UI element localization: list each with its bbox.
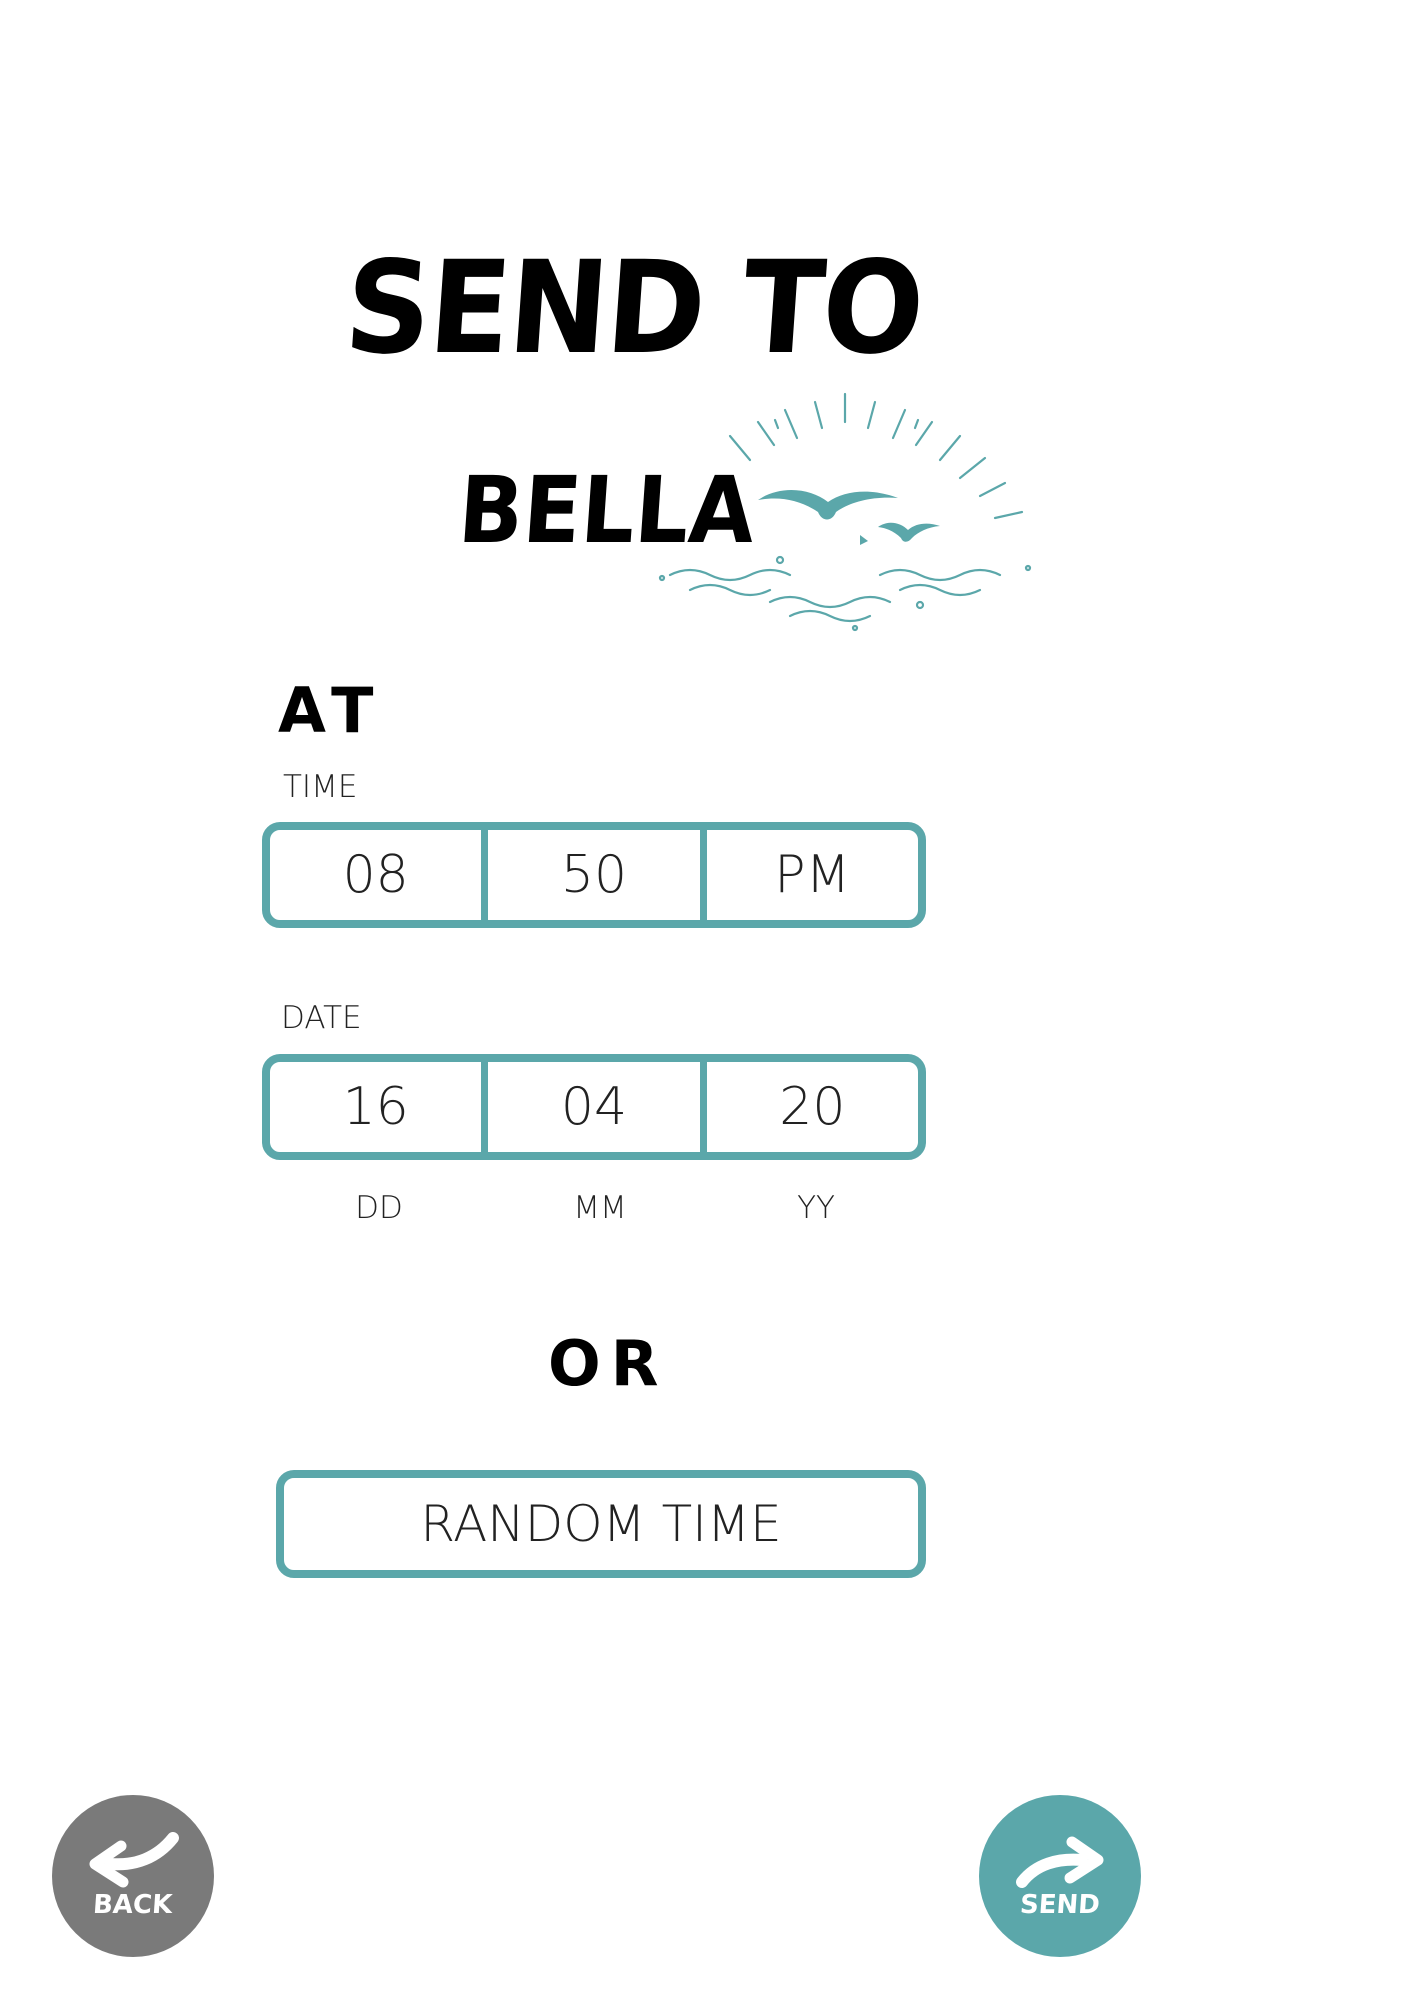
or-heading: OR	[548, 1327, 669, 1400]
date-label: DATE	[281, 1000, 362, 1036]
title-line1: SEND TO	[340, 234, 928, 383]
hour-field[interactable]: 08	[270, 830, 481, 920]
back-button[interactable]: BACK	[52, 1795, 214, 1957]
back-button-label: BACK	[92, 1890, 174, 1920]
month-field[interactable]: 04	[481, 1062, 699, 1152]
date-picker: 16 04 20	[262, 1054, 926, 1160]
seagulls-sunrise-icon	[658, 392, 1032, 632]
random-time-button[interactable]: RANDOM TIME	[276, 1470, 926, 1578]
arrow-forward-icon	[1016, 1836, 1104, 1888]
send-button[interactable]: SEND	[979, 1795, 1141, 1957]
at-heading: AT	[278, 674, 384, 747]
time-label: TIME	[283, 769, 358, 805]
year-field[interactable]: 20	[699, 1062, 918, 1152]
minute-field[interactable]: 50	[481, 830, 699, 920]
year-format-label: YY	[797, 1190, 835, 1226]
month-format-label: MM	[573, 1190, 627, 1226]
time-picker: 08 50 PM	[262, 822, 926, 928]
meridiem-field[interactable]: PM	[699, 830, 918, 920]
day-field[interactable]: 16	[270, 1062, 481, 1152]
arrow-back-icon	[89, 1832, 179, 1888]
send-button-label: SEND	[1019, 1890, 1101, 1920]
day-format-label: DD	[355, 1190, 403, 1226]
